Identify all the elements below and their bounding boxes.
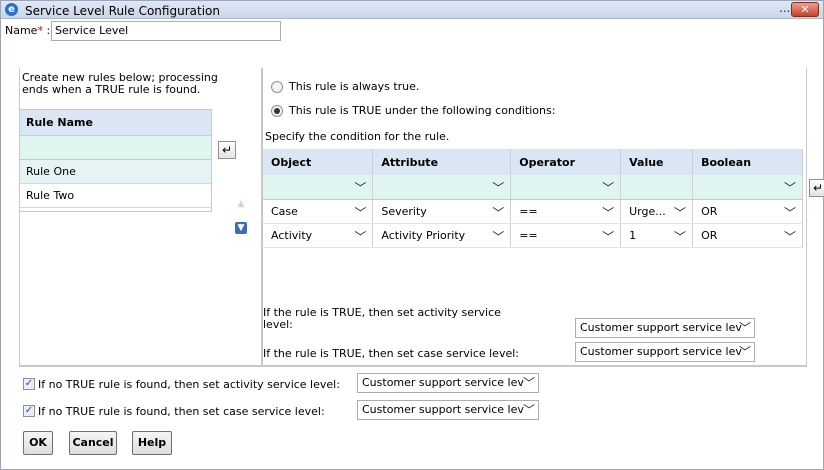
rule-row[interactable]: Rule One: [20, 160, 211, 184]
true-activity-label-line-1: If the rule is TRUE, then set activity s…: [263, 306, 501, 319]
move-up-icon[interactable]: ▲: [235, 198, 247, 210]
boolean-select[interactable]: OR ﹀: [692, 199, 803, 224]
object-select[interactable]: Activity ﹀: [263, 223, 374, 248]
object-value: Activity: [271, 228, 313, 242]
name-label-colon: :: [42, 24, 51, 37]
value-value: Urge...: [629, 204, 666, 218]
attribute-value: Severity: [381, 204, 427, 218]
new-value-input[interactable]: [620, 175, 694, 200]
true-case-select[interactable]: Customer support service lev ﹀: [575, 342, 755, 362]
column-header-attribute: Attribute: [372, 149, 512, 175]
add-condition-enter-icon[interactable]: ↵: [809, 179, 824, 197]
chevron-down-icon: ﹀: [602, 205, 615, 220]
no-true-activity-label: If no TRUE rule is found, then set activ…: [38, 378, 340, 391]
column-header-value: Value: [620, 149, 694, 175]
chevron-down-icon: ﹀: [674, 205, 687, 220]
chevron-down-icon: ﹀: [738, 321, 751, 335]
rules-table: Rule Name Rule One Rule Two: [19, 109, 212, 212]
object-value: Case: [271, 204, 298, 218]
no-true-case-checkbox[interactable]: ✓: [23, 405, 35, 417]
new-attribute-select[interactable]: ﹀: [372, 175, 512, 200]
radio-always-label: This rule is always true.: [289, 80, 420, 93]
object-select[interactable]: Case ﹀: [263, 199, 374, 224]
no-true-case-value: Customer support service lev: [362, 403, 524, 416]
operator-value: ==: [519, 228, 538, 242]
chevron-down-icon: ﹀: [783, 181, 796, 195]
value-select[interactable]: Urge... ﹀: [620, 199, 694, 224]
rule-row[interactable]: Rule Two: [20, 184, 211, 208]
radio-always-true[interactable]: [271, 81, 283, 93]
chevron-down-icon: ﹀: [738, 345, 751, 359]
column-header-object: Object: [263, 149, 374, 175]
chevron-down-icon: ﹀: [602, 181, 615, 195]
specify-condition-label: Specify the condition for the rule.: [265, 130, 450, 143]
browser-icon: e: [5, 3, 18, 16]
boolean-value: OR: [701, 228, 718, 242]
new-condition-row: ﹀ ﹀ ﹀ ﹀: [263, 175, 803, 200]
chevron-down-icon: ﹀: [492, 229, 505, 244]
conditions-table: Object Attribute Operator Value Boolean …: [263, 149, 803, 248]
column-header-operator: Operator: [510, 149, 622, 175]
chevron-down-icon: ﹀: [492, 205, 505, 220]
true-case-label: If the rule is TRUE, then set case servi…: [263, 347, 519, 360]
chevron-down-icon: ﹀: [354, 229, 367, 244]
no-true-case-select[interactable]: Customer support service lev ﹀: [357, 400, 539, 420]
rules-instructions: Create new rules below; processing ends …: [22, 72, 218, 96]
chevron-down-icon: ﹀: [522, 376, 535, 390]
divider: [19, 366, 807, 367]
operator-select[interactable]: == ﹀: [510, 199, 622, 224]
true-activity-select[interactable]: Customer support service lev ﹀: [575, 318, 755, 338]
operator-select[interactable]: == ﹀: [510, 223, 622, 248]
rule-name-header: Rule Name: [20, 110, 211, 136]
add-rule-enter-icon[interactable]: ↵: [218, 141, 236, 159]
no-true-activity-select[interactable]: Customer support service lev ﹀: [357, 373, 539, 393]
no-true-activity-checkbox[interactable]: ✓: [23, 378, 35, 390]
title-bar[interactable]: e Service Level Rule Configuration ... ✕: [1, 1, 823, 19]
true-activity-label: If the rule is TRUE, then set activity s…: [263, 307, 501, 331]
no-true-case-label: If no TRUE rule is found, then set case …: [38, 405, 325, 418]
instructions-line-2: ends when a TRUE rule is found.: [22, 83, 201, 96]
move-down-icon[interactable]: ▼: [235, 222, 247, 234]
attribute-value: Activity Priority: [381, 228, 466, 242]
new-rule-input[interactable]: [20, 136, 211, 160]
chevron-down-icon: ﹀: [783, 205, 796, 220]
name-label-text: Name: [5, 24, 38, 37]
chevron-down-icon: ﹀: [492, 181, 505, 195]
true-activity-value: Customer support service lev: [580, 321, 742, 334]
value-value: 1: [629, 228, 637, 242]
title-ellipsis: ...: [779, 1, 791, 15]
name-input[interactable]: Service Level: [51, 21, 281, 41]
column-header-boolean: Boolean: [692, 149, 803, 175]
chevron-down-icon: ﹀: [354, 181, 367, 195]
window-title: Service Level Rule Configuration: [25, 4, 220, 18]
name-label: Name* :: [5, 24, 50, 37]
attribute-select[interactable]: Activity Priority ﹀: [372, 223, 512, 248]
no-true-activity-value: Customer support service lev: [362, 376, 524, 389]
condition-row: Case ﹀ Severity ﹀ == ﹀ Urge... ﹀ OR ﹀: [263, 199, 803, 224]
true-activity-label-line-2: level:: [263, 318, 293, 331]
cancel-button[interactable]: Cancel: [69, 431, 117, 455]
radio-conditions[interactable]: [271, 105, 283, 117]
value-select[interactable]: 1 ﹀: [620, 223, 694, 248]
help-button[interactable]: Help: [132, 431, 172, 455]
dialog-window: e Service Level Rule Configuration ... ✕…: [0, 0, 824, 470]
new-operator-select[interactable]: ﹀: [510, 175, 622, 200]
true-case-value: Customer support service lev: [580, 345, 742, 358]
chevron-down-icon: ﹀: [522, 403, 535, 417]
attribute-select[interactable]: Severity ﹀: [372, 199, 512, 224]
boolean-select[interactable]: OR ﹀: [692, 223, 803, 248]
chevron-down-icon: ﹀: [602, 229, 615, 244]
chevron-down-icon: ﹀: [783, 229, 796, 244]
boolean-value: OR: [701, 204, 718, 218]
new-boolean-select[interactable]: ﹀: [692, 175, 803, 200]
new-object-select[interactable]: ﹀: [263, 175, 374, 200]
condition-row: Activity ﹀ Activity Priority ﹀ == ﹀ 1 ﹀ OR ﹀: [263, 223, 803, 248]
ok-button[interactable]: OK: [23, 431, 53, 455]
radio-conditions-label: This rule is TRUE under the following co…: [289, 104, 556, 117]
operator-value: ==: [519, 204, 538, 218]
chevron-down-icon: ﹀: [354, 205, 367, 220]
close-icon[interactable]: ✕: [791, 2, 819, 17]
chevron-down-icon: ﹀: [674, 229, 687, 244]
